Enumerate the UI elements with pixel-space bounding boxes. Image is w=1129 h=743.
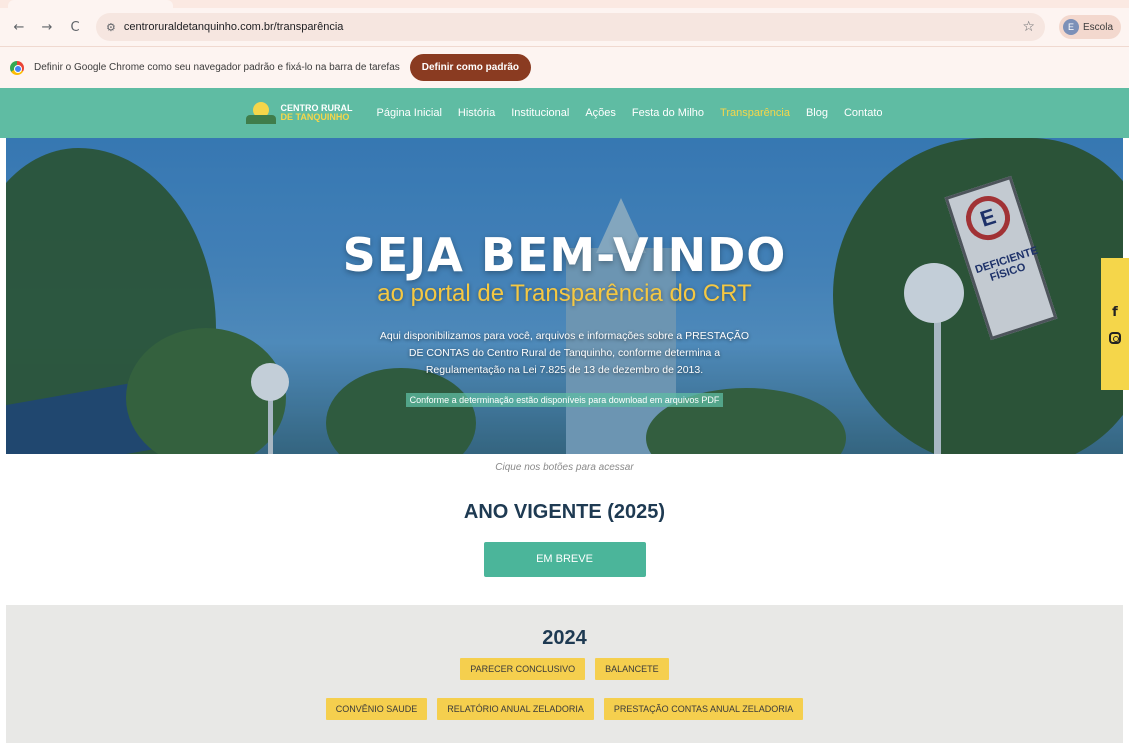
nav-historia[interactable]: História bbox=[458, 107, 495, 119]
site-navbar: CENTRO RURAL DE TANQUINHO Página Inicial… bbox=[0, 88, 1129, 138]
hero-description: Aqui disponibilizamos para você, arquivo… bbox=[379, 330, 750, 376]
reload-icon[interactable]: C bbox=[64, 16, 86, 38]
nav-institucional[interactable]: Institucional bbox=[511, 107, 569, 119]
profile-avatar: E bbox=[1062, 19, 1079, 35]
convenio-saude-button[interactable]: CONVÊNIO SAUDE bbox=[325, 698, 428, 720]
set-default-button[interactable]: Definir como padrão bbox=[409, 54, 532, 81]
tab-strip bbox=[0, 0, 1129, 8]
address-bar[interactable]: ⚙ centroruraldetanquinho.com.br/transpar… bbox=[96, 13, 1045, 41]
balancete-button[interactable]: BALANCETE bbox=[595, 658, 669, 680]
site-logo[interactable]: CENTRO RURAL DE TANQUINHO bbox=[246, 102, 352, 124]
chrome-logo-icon bbox=[10, 60, 24, 75]
access-hint: Cique nos botões para acessar bbox=[495, 462, 634, 473]
nav-festa-do-milho[interactable]: Festa do Milho bbox=[632, 107, 704, 119]
infobar-message: Definir o Google Chrome como seu navegad… bbox=[34, 62, 400, 73]
hero-banner: E DEFICIENTE FÍSICO SEJA BEM-VINDO ao po… bbox=[6, 138, 1123, 454]
parecer-conclusivo-button[interactable]: PARECER CONCLUSIVO bbox=[460, 658, 586, 680]
hero-content: SEJA BEM-VINDO ao portal de Transparênci… bbox=[6, 228, 1123, 408]
current-year-title: ANO VIGENTE (2025) bbox=[463, 501, 666, 523]
site-info-icon[interactable]: ⚙ bbox=[106, 21, 116, 34]
facebook-icon[interactable]: f bbox=[1112, 305, 1118, 320]
browser-toolbar: ← → C ⚙ centroruraldetanquinho.com.br/tr… bbox=[0, 8, 1129, 46]
bookmark-star-icon[interactable]: ☆ bbox=[1022, 19, 1035, 35]
hero-note: Conforme a determinação estão disponívei… bbox=[405, 393, 724, 407]
year-2024-row2: CONVÊNIO SAUDE RELATÓRIO ANUAL ZELADORIA… bbox=[6, 698, 1123, 720]
nav-pagina-inicial[interactable]: Página Inicial bbox=[376, 107, 441, 119]
year-2024-title: 2024 bbox=[542, 627, 587, 649]
prestacao-contas-zeladoria-button[interactable]: PRESTAÇÃO CONTAS ANUAL ZELADORIA bbox=[603, 698, 804, 720]
active-tab[interactable] bbox=[8, 0, 173, 8]
logo-sun-icon bbox=[246, 102, 277, 124]
profile-button[interactable]: E Escola bbox=[1058, 15, 1121, 39]
hero-title: SEJA BEM-VINDO bbox=[342, 228, 787, 282]
back-icon[interactable]: ← bbox=[8, 16, 30, 38]
year-2024-section: 2024 PARECER CONCLUSIVO BALANCETE CONVÊN… bbox=[6, 605, 1123, 743]
nav-transparencia[interactable]: Transparência bbox=[720, 107, 790, 119]
year-2024-row1: PARECER CONCLUSIVO BALANCETE bbox=[6, 658, 1123, 680]
default-browser-infobar: Definir o Google Chrome como seu navegad… bbox=[0, 46, 1129, 88]
logo-line2: DE TANQUINHO bbox=[280, 112, 350, 122]
profile-name: Escola bbox=[1082, 21, 1113, 33]
instagram-icon[interactable] bbox=[1109, 331, 1121, 344]
hero-subtitle: ao portal de Transparência do CRT bbox=[377, 280, 752, 307]
nav-acoes[interactable]: Ações bbox=[585, 107, 616, 119]
social-sidebar: f bbox=[1101, 258, 1129, 390]
current-year-section: ANO VIGENTE (2025) EM BREVE bbox=[0, 473, 1129, 577]
em-breve-button[interactable]: EM BREVE bbox=[483, 542, 646, 577]
relatorio-anual-zeladoria-button[interactable]: RELATÓRIO ANUAL ZELADORIA bbox=[437, 698, 594, 720]
nav-blog[interactable]: Blog bbox=[806, 107, 828, 119]
address-url[interactable]: centroruraldetanquinho.com.br/transparên… bbox=[124, 21, 1015, 33]
nav-contato[interactable]: Contato bbox=[844, 107, 883, 119]
forward-icon[interactable]: → bbox=[36, 16, 58, 38]
